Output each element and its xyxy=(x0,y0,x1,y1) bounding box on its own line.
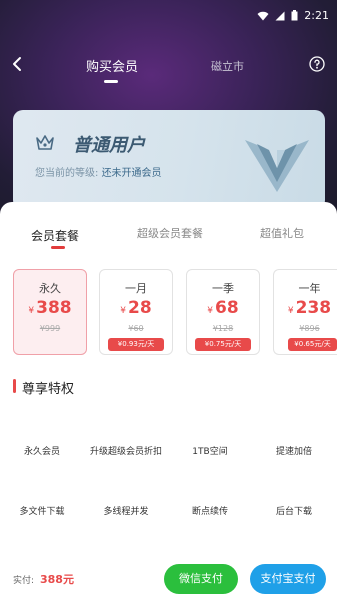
privilege-item: 永久会员 xyxy=(23,447,60,457)
price-value: 238 xyxy=(295,298,332,318)
plan-card-permanent[interactable]: 永久 ¥388 ¥999 xyxy=(13,269,87,355)
nav-tab-indicator xyxy=(104,80,118,83)
member-level-card: 普通用户 您当前的等级: 还未开通会员 xyxy=(13,110,325,210)
nav-bar: 购买会员 磁立市 xyxy=(0,50,337,83)
plan-original-price: ¥896 xyxy=(299,324,320,333)
tab-gift-packs[interactable]: 超值礼包 xyxy=(260,225,304,241)
price-value: 28 xyxy=(128,298,152,318)
currency-symbol: ¥ xyxy=(28,306,35,316)
privilege-item: 后台下载 xyxy=(275,507,312,517)
level-value: 还未开通会员 xyxy=(101,168,162,179)
tab-super-member-plans[interactable]: 超级会员套餐 xyxy=(137,225,203,241)
member-level-text: 您当前的等级: 还未开通会员 xyxy=(35,164,162,179)
plan-price: ¥388 xyxy=(14,298,86,318)
plan-card-quarter[interactable]: 一季 ¥68 ¥128 ¥0.75元/天 xyxy=(186,269,260,355)
status-time: 2:21 xyxy=(304,9,329,22)
plan-price: ¥238 xyxy=(274,298,337,318)
privilege-item: 提速加倍 xyxy=(275,447,312,457)
privilege-item: 1TB空间 xyxy=(192,447,228,457)
currency-symbol: ¥ xyxy=(207,306,214,316)
privilege-item: 多文件下载 xyxy=(19,507,65,517)
battery-icon xyxy=(291,10,298,21)
plan-daily-price-badge: ¥0.65元/天 xyxy=(288,338,337,351)
signal-icon xyxy=(275,11,285,20)
tab-indicator xyxy=(51,246,65,249)
v-logo-icon xyxy=(245,140,309,192)
plan-original-price: ¥999 xyxy=(39,324,61,333)
plan-price: ¥68 xyxy=(187,298,259,318)
plan-name: 一年 xyxy=(298,282,321,295)
plan-daily-price-badge: ¥0.75元/天 xyxy=(195,338,251,351)
wechat-pay-button[interactable]: 微信支付 xyxy=(164,564,238,594)
privilege-item: 断点续传 xyxy=(191,507,228,517)
tab-buy-membership[interactable]: 购买会员 xyxy=(86,56,138,75)
currency-symbol: ¥ xyxy=(120,306,127,316)
privilege-item: 多线程并发 xyxy=(103,507,149,517)
crown-icon xyxy=(36,135,54,150)
purchase-panel: 会员套餐 超级会员套餐 超值礼包 永久 ¥388 ¥999 一月 ¥28 ¥60… xyxy=(0,202,337,607)
plan-name: 一月 xyxy=(125,282,147,295)
price-value: 388 xyxy=(36,298,72,318)
plan-price: ¥28 xyxy=(100,298,172,318)
plan-card-month[interactable]: 一月 ¥28 ¥60 ¥0.93元/天 xyxy=(99,269,173,355)
plan-original-price: ¥60 xyxy=(128,324,144,333)
payment-label: 实付: xyxy=(13,576,35,586)
plan-name: 永久 xyxy=(39,282,61,295)
price-value: 68 xyxy=(215,298,239,318)
member-level-title: 普通用户 xyxy=(73,135,145,156)
help-icon[interactable] xyxy=(309,56,325,72)
plan-original-price: ¥128 xyxy=(212,324,234,333)
tab-member-plans[interactable]: 会员套餐 xyxy=(31,227,79,244)
privileges-title: 尊享特权 xyxy=(22,382,75,397)
plan-name: 一季 xyxy=(212,282,234,295)
tab-coins[interactable]: 磁立市 xyxy=(211,58,244,74)
privilege-item: 升级超级会员折扣 xyxy=(89,447,162,457)
level-label: 您当前的等级: xyxy=(35,168,99,179)
currency-symbol: ¥ xyxy=(287,306,294,316)
wifi-icon xyxy=(257,11,269,20)
payment-amount: 388元 xyxy=(40,573,74,586)
section-accent-bar xyxy=(13,379,16,393)
alipay-button[interactable]: 支付宝支付 xyxy=(250,564,326,594)
plan-daily-price-badge: ¥0.93元/天 xyxy=(108,338,164,351)
plan-card-year[interactable]: 一年 ¥238 ¥896 ¥0.65元/天 xyxy=(273,269,337,355)
status-bar: 2:21 xyxy=(0,0,337,30)
back-icon[interactable] xyxy=(8,54,28,74)
